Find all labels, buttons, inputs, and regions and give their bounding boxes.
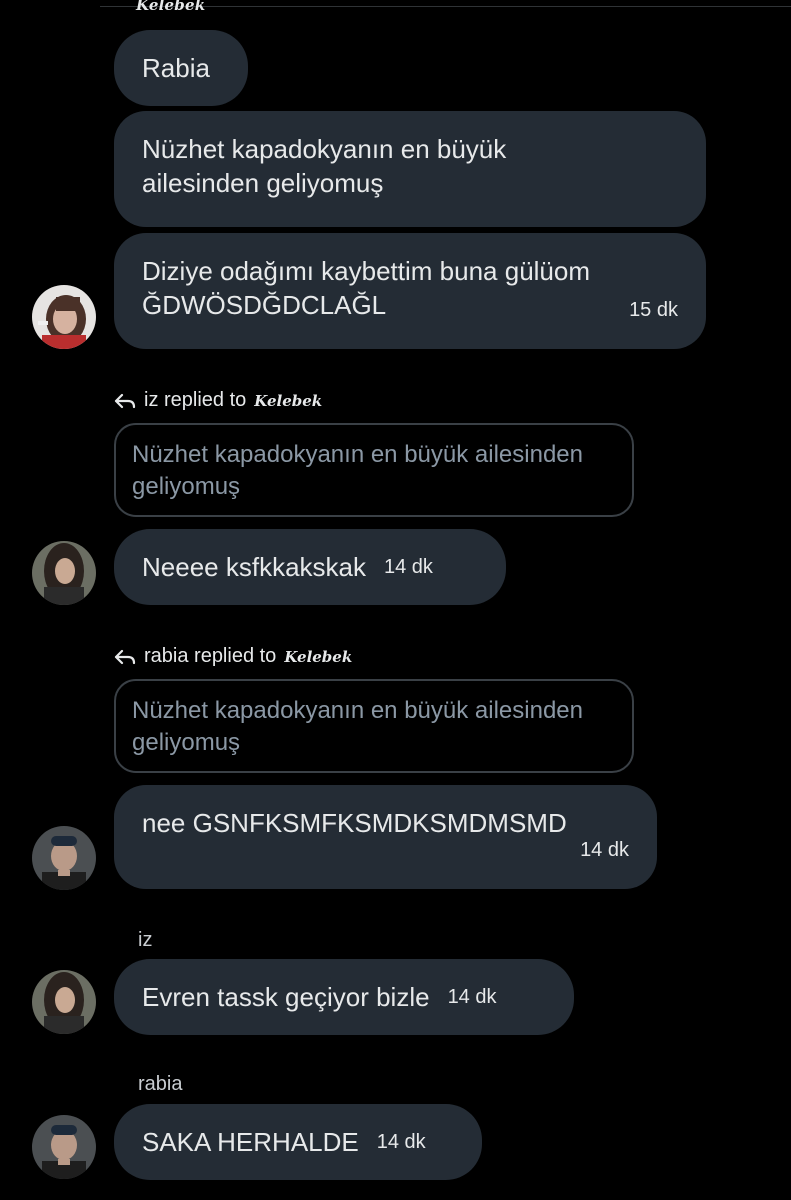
reply-arrow-icon — [114, 393, 136, 408]
message-timestamp: 14 dk — [376, 1131, 426, 1153]
message-text: SAKA HERHALDE — [142, 1127, 359, 1157]
reply-arrow-icon — [114, 649, 136, 664]
message-timestamp: 14 dk — [580, 839, 629, 861]
quoted-text: Nüzhet kapadokyanın en büyük ailesinden … — [132, 697, 583, 756]
quoted-message[interactable]: Nüzhet kapadokyanın en büyük ailesinden … — [114, 679, 634, 773]
message-text: Nüzhet kapadokyanın en büyük ailesinden … — [142, 134, 507, 198]
message-text: nee GSNFKSMFKSMDKSMDMSMD — [142, 808, 567, 838]
reply-target-name: Kelebek — [254, 391, 323, 410]
reply-header: rabia replied to Kelebek — [114, 645, 352, 668]
avatar[interactable] — [32, 1115, 96, 1179]
message-bubble[interactable]: Rabia — [114, 30, 248, 106]
message-bubble[interactable]: nee GSNFKSMFKSMDKSMDMSMD 14 dk — [114, 785, 657, 889]
sender-name: rabia — [138, 1073, 183, 1095]
message-text: Diziye odağımı kaybettim buna gülüom ĞDW… — [142, 256, 591, 320]
message-text: Neeee ksfkkakskak — [142, 552, 366, 582]
message-bubble[interactable]: Diziye odağımı kaybettim buna gülüom ĞDW… — [114, 233, 706, 349]
message-bubble[interactable]: SAKA HERHALDE 14 dk — [114, 1104, 482, 1180]
message-timestamp: 15 dk — [629, 299, 678, 321]
reply-header: iz replied to Kelebek — [114, 389, 322, 412]
message-timestamp: 14 dk — [383, 556, 433, 578]
chat-thread: Kelebek Rabia Nüzhet kapadokyanın en büy… — [0, 0, 791, 1200]
message-bubble[interactable]: Evren tassk geçiyor bizle 14 dk — [114, 959, 574, 1035]
avatar[interactable] — [32, 970, 96, 1034]
avatar[interactable] — [32, 826, 96, 890]
reply-header-text: iz replied to — [144, 389, 247, 411]
reply-target-name: Kelebek — [284, 647, 353, 666]
message-timestamp: 14 dk — [447, 986, 497, 1008]
message-bubble[interactable]: Nüzhet kapadokyanın en büyük ailesinden … — [114, 111, 706, 227]
quoted-message[interactable]: Nüzhet kapadokyanın en büyük ailesinden … — [114, 423, 634, 517]
reply-header-text: rabia replied to — [144, 645, 277, 667]
sender-name: iz — [138, 929, 153, 951]
quoted-text: Nüzhet kapadokyanın en büyük ailesinden … — [132, 441, 583, 500]
message-bubble[interactable]: Neeee ksfkkakskak 14 dk — [114, 529, 506, 605]
avatar[interactable] — [32, 285, 96, 349]
sender-name-kelebek: Kelebek — [136, 0, 206, 14]
message-text: Evren tassk geçiyor bizle — [142, 982, 430, 1012]
message-text: Rabia — [142, 53, 210, 83]
avatar[interactable] — [32, 541, 96, 605]
